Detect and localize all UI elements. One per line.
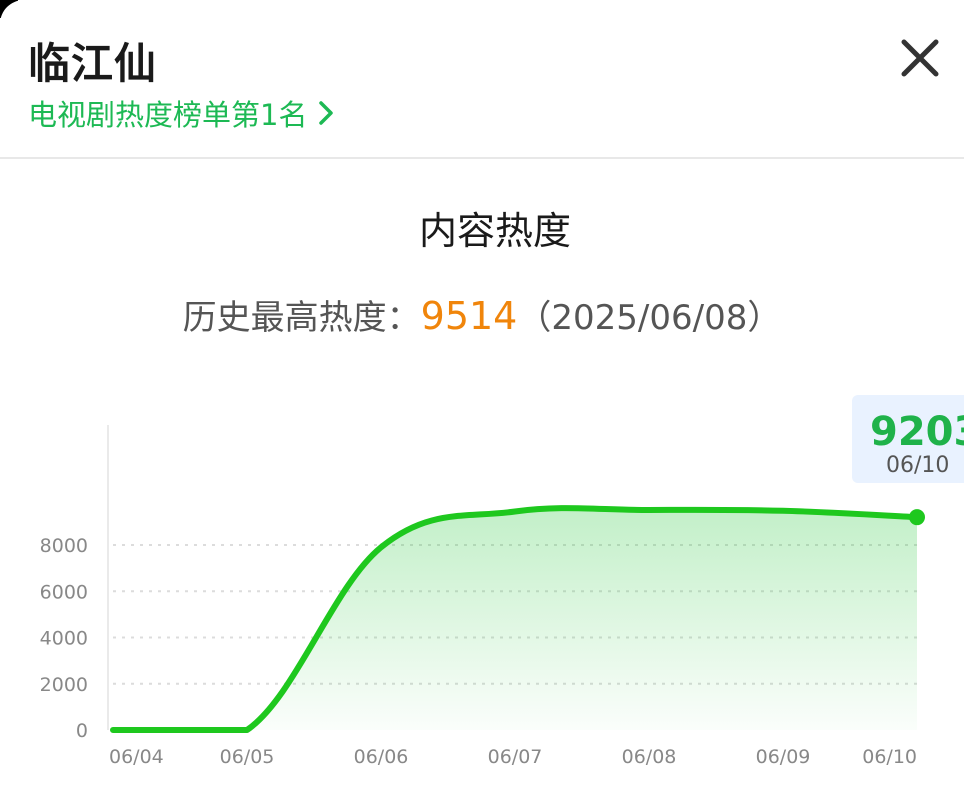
x-tick-label: 06/07	[488, 746, 543, 768]
close-icon[interactable]	[898, 36, 942, 80]
y-tick-label: 8000	[40, 535, 88, 557]
y-tick-label: 6000	[40, 581, 88, 603]
chart-title: 内容热度	[418, 209, 571, 253]
peak-info: 历史最高热度：9514（2025/06/08）	[0, 290, 964, 339]
chevron-right-icon	[317, 100, 335, 126]
rank-link[interactable]: 电视剧热度榜单第1名	[28, 92, 335, 134]
y-tick-label: 2000	[40, 674, 88, 696]
x-tick-label: 06/09	[756, 746, 811, 768]
peak-value: 9514	[420, 294, 518, 338]
end-point-marker	[909, 509, 925, 526]
divider	[0, 157, 964, 159]
peak-date: （2025/06/08）	[517, 298, 782, 338]
tooltip-value: 9203	[870, 409, 964, 455]
peak-label: 历史最高热度：	[182, 298, 421, 338]
rank-label: 电视剧热度榜单第1名	[28, 98, 308, 132]
tooltip-date: 06/10	[886, 453, 950, 478]
x-tick-label: 06/10	[862, 746, 917, 768]
x-tick-label: 06/08	[622, 746, 677, 768]
area-fill	[113, 508, 917, 730]
drama-title: 临江仙	[28, 39, 158, 88]
y-tick-label: 4000	[40, 628, 88, 650]
heat-chart: 0 2000 4000 6000 8000 06/04 06/05 06/06 06/07 06…	[40, 425, 925, 768]
y-tick-label: 0	[76, 720, 88, 742]
x-tick-label: 06/05	[220, 746, 275, 768]
x-tick-label: 06/06	[354, 746, 409, 768]
x-tick-label: 06/04	[109, 746, 164, 768]
value-tooltip: 9203 06/10	[852, 395, 964, 483]
